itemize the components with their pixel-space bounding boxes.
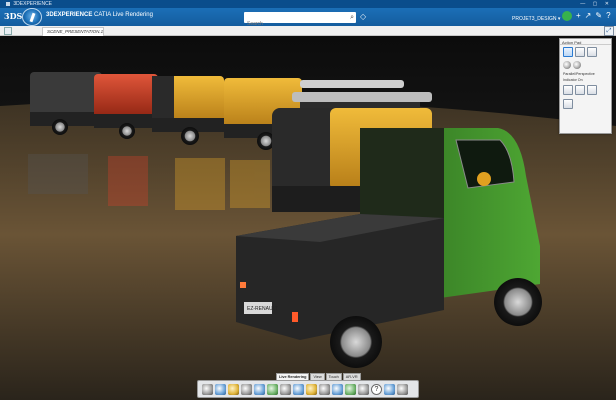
window-titlebar: 3DEXPERIENCE — ▢ ✕ bbox=[0, 0, 616, 8]
expand-icon[interactable]: ⤢ bbox=[604, 26, 614, 36]
tab-live-rendering[interactable]: Live Rendering bbox=[276, 373, 310, 380]
tools-icon[interactable]: ✎ bbox=[595, 11, 602, 21]
material-icon[interactable] bbox=[241, 384, 252, 395]
cube-view-button[interactable] bbox=[563, 85, 573, 95]
render-icon[interactable] bbox=[280, 384, 291, 395]
top-app-bar: 3DS 3DEXPERIENCE CATIA Live Rendering ⌕ … bbox=[0, 8, 616, 30]
action-pad-panel: Action Pad Parallel/Perspective Indicato… bbox=[559, 38, 612, 134]
light-icon[interactable] bbox=[228, 384, 239, 395]
add-icon[interactable]: + bbox=[576, 11, 581, 21]
material-sphere-icon[interactable] bbox=[573, 61, 581, 69]
window-controls[interactable]: — ▢ ✕ bbox=[580, 0, 612, 8]
cube-iso-button[interactable] bbox=[587, 85, 597, 95]
render-sphere-icon[interactable] bbox=[563, 61, 571, 69]
avatar[interactable] bbox=[562, 11, 572, 21]
bottom-tab-strip: Live Rendering View Touch AR-VR bbox=[276, 373, 362, 380]
van-dark bbox=[30, 72, 102, 135]
share-tool-icon[interactable] bbox=[397, 384, 408, 395]
tab-scene[interactable]: SCENE_PRESENTATION.1 bbox=[42, 27, 104, 36]
measure-icon[interactable] bbox=[384, 384, 395, 395]
camera-button[interactable] bbox=[575, 47, 585, 57]
search-icon[interactable]: ⌕ bbox=[350, 13, 354, 22]
tag-icon[interactable]: ◇ bbox=[360, 12, 366, 21]
camera-icon[interactable] bbox=[215, 384, 226, 395]
capture-icon[interactable] bbox=[332, 384, 343, 395]
scene-render[interactable]: EZ-RENAULT bbox=[0, 36, 616, 400]
bottom-toolbar: ? bbox=[197, 380, 419, 398]
brand-name: 3DEXPERIENCE bbox=[46, 12, 93, 18]
3ds-logo: 3DS bbox=[4, 11, 23, 21]
tab-view[interactable]: View bbox=[310, 373, 325, 380]
action-pad-row-2 bbox=[560, 59, 611, 71]
tab-strip: SCENE_PRESENTATION.1 bbox=[0, 26, 616, 36]
action-pad-row-4 bbox=[560, 97, 611, 111]
tab-ar-vr[interactable]: AR-VR bbox=[342, 373, 361, 380]
share-icon[interactable]: ↗ bbox=[585, 11, 592, 21]
sticker-icon[interactable] bbox=[267, 384, 278, 395]
3d-viewport[interactable]: EZ-RENAULT bbox=[0, 36, 616, 400]
tab-touch[interactable]: Touch bbox=[325, 373, 342, 380]
help-icon[interactable]: ? bbox=[606, 11, 610, 21]
options-icon[interactable] bbox=[358, 384, 369, 395]
action-pad-row-3 bbox=[560, 83, 611, 97]
toolbar-buttons: ? bbox=[202, 384, 408, 395]
snapshot-button[interactable] bbox=[563, 99, 573, 109]
license-plate: EZ-RENAULT bbox=[247, 306, 278, 312]
project-name: PROJET3_DESIGN bbox=[512, 16, 557, 22]
tab-label: SCENE_PRESENTATION.1 bbox=[47, 29, 104, 34]
compass-icon[interactable] bbox=[22, 8, 42, 26]
top-icons: + ↗ ✎ ? bbox=[562, 11, 611, 21]
view-button[interactable] bbox=[587, 47, 597, 57]
project-selector[interactable]: PROJET3_DESIGN ▾ bbox=[512, 16, 560, 22]
app-icon bbox=[6, 1, 10, 6]
settings-icon[interactable] bbox=[319, 384, 330, 395]
ambience-icon[interactable] bbox=[306, 384, 317, 395]
search-field[interactable]: ⌕ bbox=[244, 12, 356, 30]
app-name: CATIA Live Rendering bbox=[94, 12, 153, 18]
animation-icon[interactable] bbox=[254, 384, 265, 395]
brand-title: 3DEXPERIENCE CATIA Live Rendering bbox=[46, 12, 153, 18]
turntable-icon[interactable] bbox=[293, 384, 304, 395]
environment-icon[interactable] bbox=[202, 384, 213, 395]
select-tool-button[interactable] bbox=[563, 47, 573, 57]
window-title: 3DEXPERIENCE bbox=[13, 1, 53, 7]
stereo-icon[interactable] bbox=[345, 384, 356, 395]
tree-icon[interactable] bbox=[4, 27, 12, 35]
question-icon[interactable]: ? bbox=[371, 384, 382, 395]
cube-front-button[interactable] bbox=[575, 85, 585, 95]
action-pad-row-1 bbox=[560, 45, 611, 59]
